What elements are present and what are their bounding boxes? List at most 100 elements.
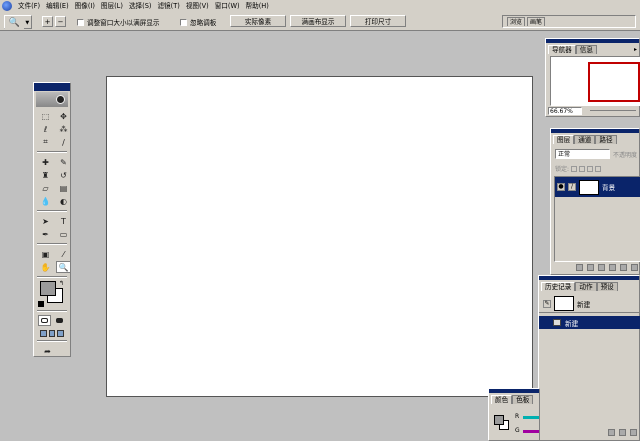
foreground-color-swatch[interactable] <box>40 281 56 296</box>
magic-wand-tool-icon[interactable]: ⁂ <box>56 123 71 135</box>
tab-presets[interactable]: 预设 <box>596 282 618 291</box>
pen-tool-icon[interactable]: ✒ <box>38 228 53 240</box>
menu-file[interactable]: 文件(F) <box>15 0 43 12</box>
tab-layers[interactable]: 图层 <box>553 135 575 144</box>
tab-info[interactable]: 信息 <box>575 45 597 54</box>
tab-actions[interactable]: 动作 <box>575 282 597 291</box>
actual-pixels-button[interactable]: 实际像素 <box>230 15 286 27</box>
resize-windows-label: 调整窗口大小以满屏显示 <box>87 19 160 27</box>
zoom-out-icon[interactable]: − <box>55 16 66 27</box>
history-snapshot[interactable]: ✎ 新建 <box>539 295 640 313</box>
new-set-icon[interactable] <box>598 263 605 271</box>
move-tool-icon[interactable]: ✥ <box>56 110 71 122</box>
lock-label: 锁定: <box>555 166 570 173</box>
history-state-row[interactable]: 新建 <box>539 316 640 329</box>
tab-channels[interactable]: 通道 <box>574 135 596 144</box>
lock-all-icon[interactable] <box>595 165 602 172</box>
eye-icon[interactable]: ● <box>557 183 565 191</box>
clone-stamp-tool-icon[interactable]: ♜ <box>38 169 53 181</box>
eraser-tool-icon[interactable]: ▱ <box>38 182 53 194</box>
layers-palette: 图层 通道 路径 正常 不透明度 锁定: ● / 背景 <box>550 128 640 275</box>
gradient-tool-icon[interactable]: ▤ <box>56 182 71 194</box>
tab-history[interactable]: 历史记录 <box>541 282 576 291</box>
quick-mask-mode-button[interactable] <box>53 315 66 326</box>
crop-tool-icon[interactable]: ⌗ <box>38 136 53 148</box>
healing-brush-tool-icon[interactable]: ✚ <box>38 156 53 168</box>
menu-layer[interactable]: 图层(L) <box>98 0 126 12</box>
menu-help[interactable]: 帮助(H) <box>243 0 272 12</box>
tab-navigator[interactable]: 导航器 <box>548 45 576 54</box>
eyedropper-tool-icon[interactable]: ⁄ <box>56 248 71 260</box>
layer-mask-icon[interactable] <box>587 263 594 271</box>
photoshop-logo-icon[interactable] <box>36 92 68 107</box>
type-tool-icon[interactable]: T <box>56 215 71 227</box>
photoshop-app-icon[interactable] <box>2 1 12 11</box>
ignore-palettes-checkbox[interactable] <box>180 18 187 26</box>
channel-r-slider[interactable] <box>523 416 539 419</box>
marquee-tool-icon[interactable]: ⬚ <box>38 110 53 122</box>
menu-image[interactable]: 图像(I) <box>72 0 98 12</box>
lock-image-icon[interactable] <box>579 165 586 172</box>
slice-tool-icon[interactable]: ∕ <box>56 136 71 148</box>
lasso-tool-icon[interactable]: ℓ <box>38 123 53 135</box>
resize-windows-option[interactable]: 调整窗口大小以满屏显示 <box>77 17 160 27</box>
color-swatches: ↰ <box>38 280 66 308</box>
color-palette-foreground[interactable] <box>494 415 504 425</box>
layer-row-background[interactable]: ● / 背景 <box>555 177 640 197</box>
tab-color[interactable]: 颜色 <box>491 395 513 404</box>
full-screen-mode-icon[interactable] <box>57 330 65 337</box>
path-selection-tool-icon[interactable]: ➤ <box>38 215 53 227</box>
standard-mode-button[interactable] <box>38 315 51 326</box>
shape-tool-icon[interactable]: ▭ <box>56 228 71 240</box>
zoom-tool-icon[interactable]: 🔍 <box>56 261 71 273</box>
brush-link-icon[interactable]: / <box>568 183 576 191</box>
dodge-tool-icon[interactable]: ◐ <box>56 195 71 207</box>
layer-style-icon[interactable] <box>576 263 583 271</box>
hand-tool-icon[interactable]: ✋ <box>38 261 53 273</box>
notes-tool-icon[interactable]: ▣ <box>38 248 53 260</box>
ignore-palettes-option[interactable]: 忽略调板 <box>180 17 216 27</box>
new-layer-icon[interactable] <box>620 263 627 271</box>
layers-footer <box>554 262 640 272</box>
palette-well-tab-browse[interactable]: 浏览 <box>507 17 526 26</box>
palette-well-tab-brushes[interactable]: 画笔 <box>527 17 546 26</box>
default-colors-icon[interactable] <box>38 301 44 307</box>
tool-preset-picker[interactable]: 🔍 ▼ <box>4 15 32 30</box>
print-size-button[interactable]: 打印尺寸 <box>350 15 406 27</box>
tab-swatches[interactable]: 色板 <box>512 395 534 404</box>
navigator-zoom-field[interactable]: 66.67% <box>548 107 582 115</box>
tab-paths[interactable]: 路径 <box>595 135 617 144</box>
new-snapshot-icon[interactable] <box>619 429 626 436</box>
trash-icon[interactable] <box>630 429 637 436</box>
snapshot-name: 新建 <box>577 300 591 309</box>
brush-tool-icon[interactable]: ✎ <box>56 156 71 168</box>
new-document-from-state-icon[interactable] <box>608 429 615 436</box>
blur-tool-icon[interactable]: 💧 <box>38 195 53 207</box>
fit-on-screen-button[interactable]: 满画布显示 <box>290 15 346 27</box>
trash-icon[interactable] <box>631 263 638 271</box>
full-screen-menu-mode-icon[interactable] <box>48 330 56 337</box>
document-canvas[interactable] <box>106 76 533 397</box>
menu-window[interactable]: 窗口(W) <box>212 0 243 12</box>
menu-select[interactable]: 选择(S) <box>126 0 155 12</box>
zoom-in-icon[interactable]: + <box>42 16 53 27</box>
standard-screen-mode-icon[interactable] <box>40 330 47 337</box>
menu-view[interactable]: 视图(V) <box>183 0 212 12</box>
history-brush-source-icon[interactable]: ✎ <box>543 299 551 308</box>
resize-windows-checkbox[interactable] <box>77 18 84 26</box>
blend-mode-select[interactable]: 正常 <box>555 149 610 159</box>
swap-colors-icon[interactable]: ↰ <box>59 280 64 287</box>
lock-position-icon[interactable] <box>587 165 594 172</box>
toolbox-titlebar[interactable] <box>34 83 70 91</box>
navigator-view-box[interactable] <box>588 62 640 102</box>
history-brush-tool-icon[interactable]: ↺ <box>56 169 71 181</box>
channel-g-slider[interactable] <box>523 430 539 433</box>
menu-filter[interactable]: 滤镜(T) <box>154 0 182 12</box>
navigator-zoom-slider[interactable] <box>590 110 636 111</box>
menu-edit[interactable]: 编辑(E) <box>43 0 72 12</box>
jump-to-imageready-icon[interactable]: ➦ <box>40 345 55 357</box>
palette-menu-icon[interactable]: ▸ <box>634 45 637 54</box>
eye-logo-icon <box>56 95 65 104</box>
adjustment-layer-icon[interactable] <box>609 263 616 271</box>
lock-transparency-icon[interactable] <box>571 165 578 172</box>
